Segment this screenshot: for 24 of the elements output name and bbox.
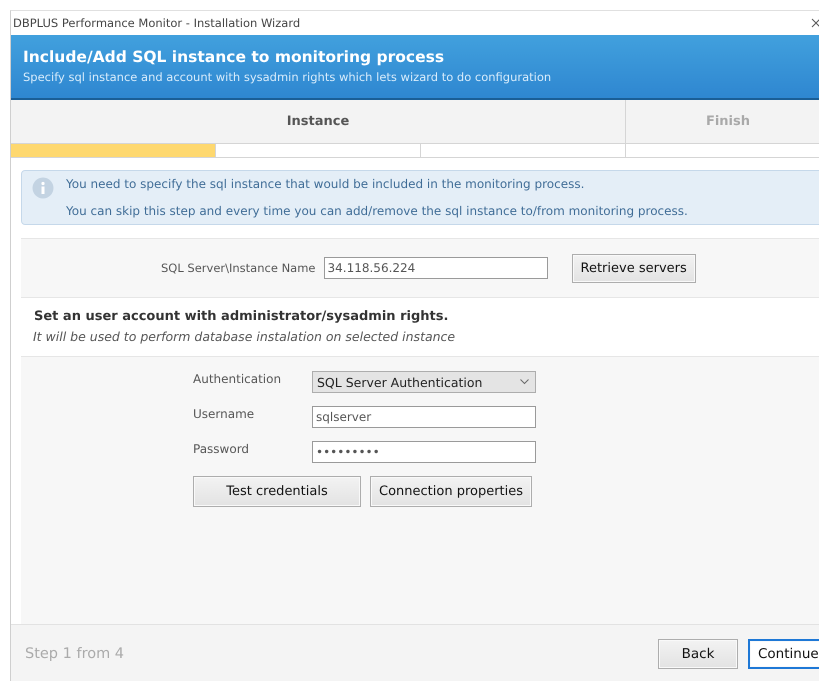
authentication-dropdown[interactable]: SQL Server Authentication bbox=[312, 371, 536, 393]
username-field[interactable]: sqlserver bbox=[312, 406, 536, 428]
info-text: You need to specify the sql instance that would be included in the monitoring process. bbox=[66, 177, 586, 191]
info-text: You can skip this step and every time you can add/remove the sql instance to/from monitoring process. bbox=[66, 204, 688, 218]
header-title: Include/Add SQL instance to monitoring process bbox=[23, 48, 446, 66]
continue-button[interactable]: Continue bbox=[748, 638, 819, 668]
window-title: DBPLUS Performance Monitor - Installation Wizard bbox=[13, 16, 300, 30]
section-title: Set an user account with administrator/sysadmin rights. bbox=[34, 309, 450, 324]
form-button[interactable]: Connection properties bbox=[370, 476, 532, 507]
form-button[interactable]: Test credentials bbox=[193, 476, 361, 507]
field-label: Username bbox=[193, 406, 256, 421]
field-label: SQL Server\Instance Name bbox=[161, 261, 316, 275]
caret-icon bbox=[520, 379, 529, 385]
field-label: Password bbox=[193, 441, 250, 456]
info-icon bbox=[32, 177, 54, 199]
password-field[interactable]: ••••••••• bbox=[312, 441, 536, 463]
close-icon[interactable] bbox=[811, 18, 819, 28]
header-subtitle: Specify sql instance and account with sysadmin rights which lets wizard to do configuration bbox=[23, 70, 552, 84]
back-button[interactable]: Back bbox=[658, 638, 738, 668]
retrieve-servers-button[interactable]: Retrieve servers bbox=[572, 254, 696, 282]
step-counter: Step 1 from 4 bbox=[25, 646, 124, 662]
field-label: Authentication bbox=[193, 371, 282, 386]
instance-field[interactable]: 34.118.56.224 bbox=[324, 257, 548, 279]
section-note: It will be used to perform database instalation on selected instance bbox=[33, 329, 456, 344]
